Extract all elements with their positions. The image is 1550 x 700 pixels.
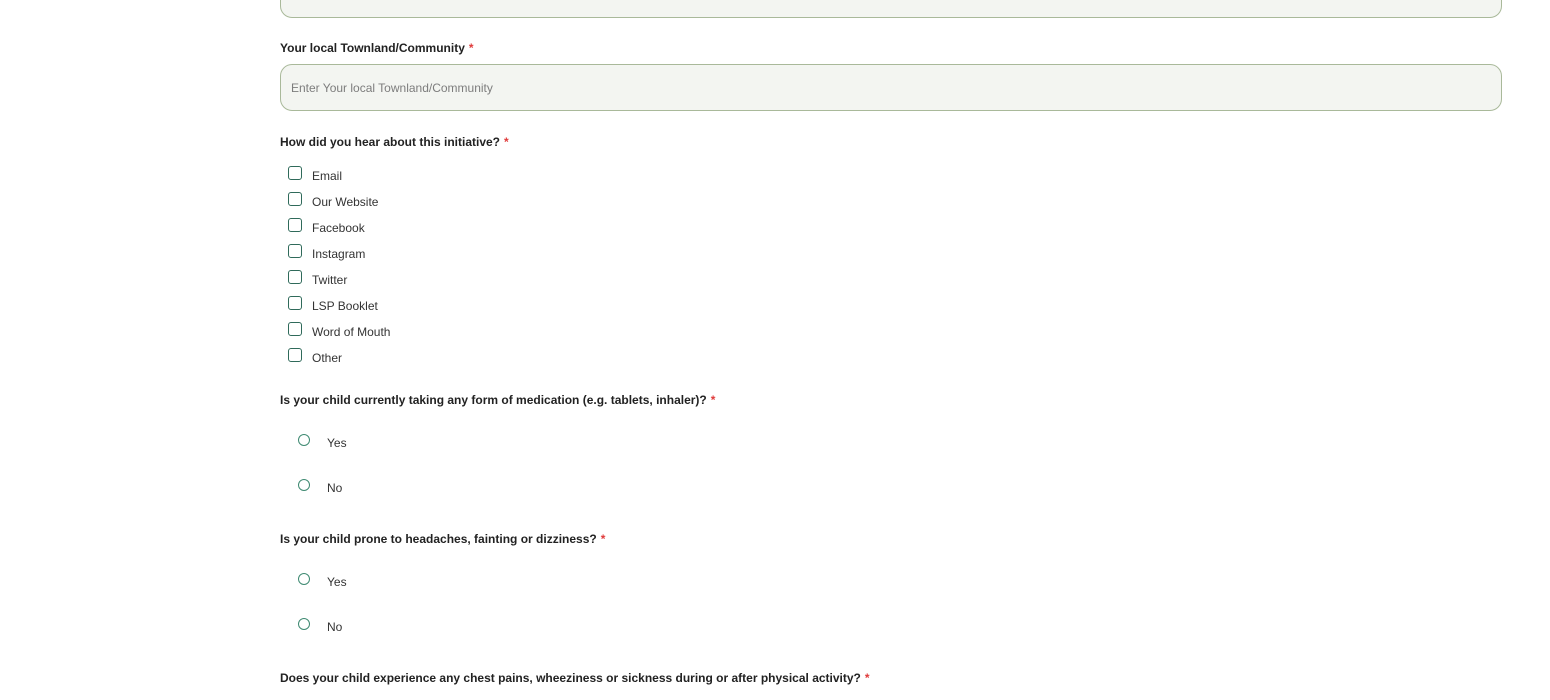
checkbox-label: Other [312,351,343,365]
required-asterisk: * [468,41,474,55]
radio-button[interactable] [298,573,310,585]
checkbox-option-other[interactable]: Other [288,348,342,368]
checkbox-option-our-website[interactable]: Our Website [288,192,378,212]
radio-button[interactable] [298,434,310,446]
medication-question-label: Is your child currently taking any form … [280,393,715,407]
chest-pains-question-text: Does your child experience any chest pai… [280,671,861,685]
checkbox[interactable] [288,296,302,310]
checkbox[interactable] [288,166,302,180]
townland-label-text: Your local Townland/Community [280,41,465,55]
radio-label: No [327,481,343,495]
townland-field[interactable] [280,64,1502,111]
checkbox-label: Word of Mouth [312,325,391,339]
previous-field-input[interactable] [280,0,1502,18]
required-asterisk: * [600,532,606,546]
checkbox-option-word-of-mouth[interactable]: Word of Mouth [288,322,390,342]
hear-about-label: How did you hear about this initiative? * [280,135,509,149]
hear-about-label-text: How did you hear about this initiative? [280,135,501,149]
checkbox-label: Email [312,169,343,183]
checkbox[interactable] [288,244,302,258]
required-asterisk: * [864,671,870,685]
headaches-question-label: Is your child prone to headaches, fainti… [280,532,605,546]
checkbox[interactable] [288,322,302,336]
checkbox-label: LSP Booklet [312,299,378,313]
medication-question-text: Is your child currently taking any form … [280,393,707,407]
radio-button[interactable] [298,618,310,630]
townland-label: Your local Townland/Community * [280,41,474,55]
checkbox-label: Facebook [312,221,365,235]
checkbox-option-twitter[interactable]: Twitter [288,270,347,290]
checkbox-label: Twitter [312,273,348,287]
checkbox-option-lsp-booklet[interactable]: LSP Booklet [288,296,378,316]
medication-radio-yes[interactable]: Yes [298,433,347,453]
checkbox[interactable] [288,218,302,232]
radio-label: No [327,620,343,634]
required-asterisk: * [504,135,509,149]
headaches-question-text: Is your child prone to headaches, fainti… [280,532,597,546]
checkbox[interactable] [288,348,302,362]
checkbox[interactable] [288,270,302,284]
checkbox-label: Our Website [312,195,379,209]
checkbox-label: Instagram [312,247,366,261]
checkbox[interactable] [288,192,302,206]
chest-pains-question-label: Does your child experience any chest pai… [280,671,870,685]
headaches-radio-no[interactable]: No [298,617,342,637]
registration-form: Your local Townland/Community* How did y… [0,0,1550,700]
townland-input[interactable] [281,65,1501,110]
checkbox-option-email[interactable]: Email [288,166,342,186]
checkbox-option-instagram[interactable]: Instagram [288,244,365,264]
headaches-radio-yes[interactable]: Yes [298,572,347,592]
medication-radio-no[interactable]: No [298,478,342,498]
checkbox-option-facebook[interactable]: Facebook [288,218,365,238]
radio-label: Yes [327,575,347,589]
radio-label: Yes [327,436,347,450]
radio-button[interactable] [298,479,310,491]
required-asterisk: * [710,393,716,407]
